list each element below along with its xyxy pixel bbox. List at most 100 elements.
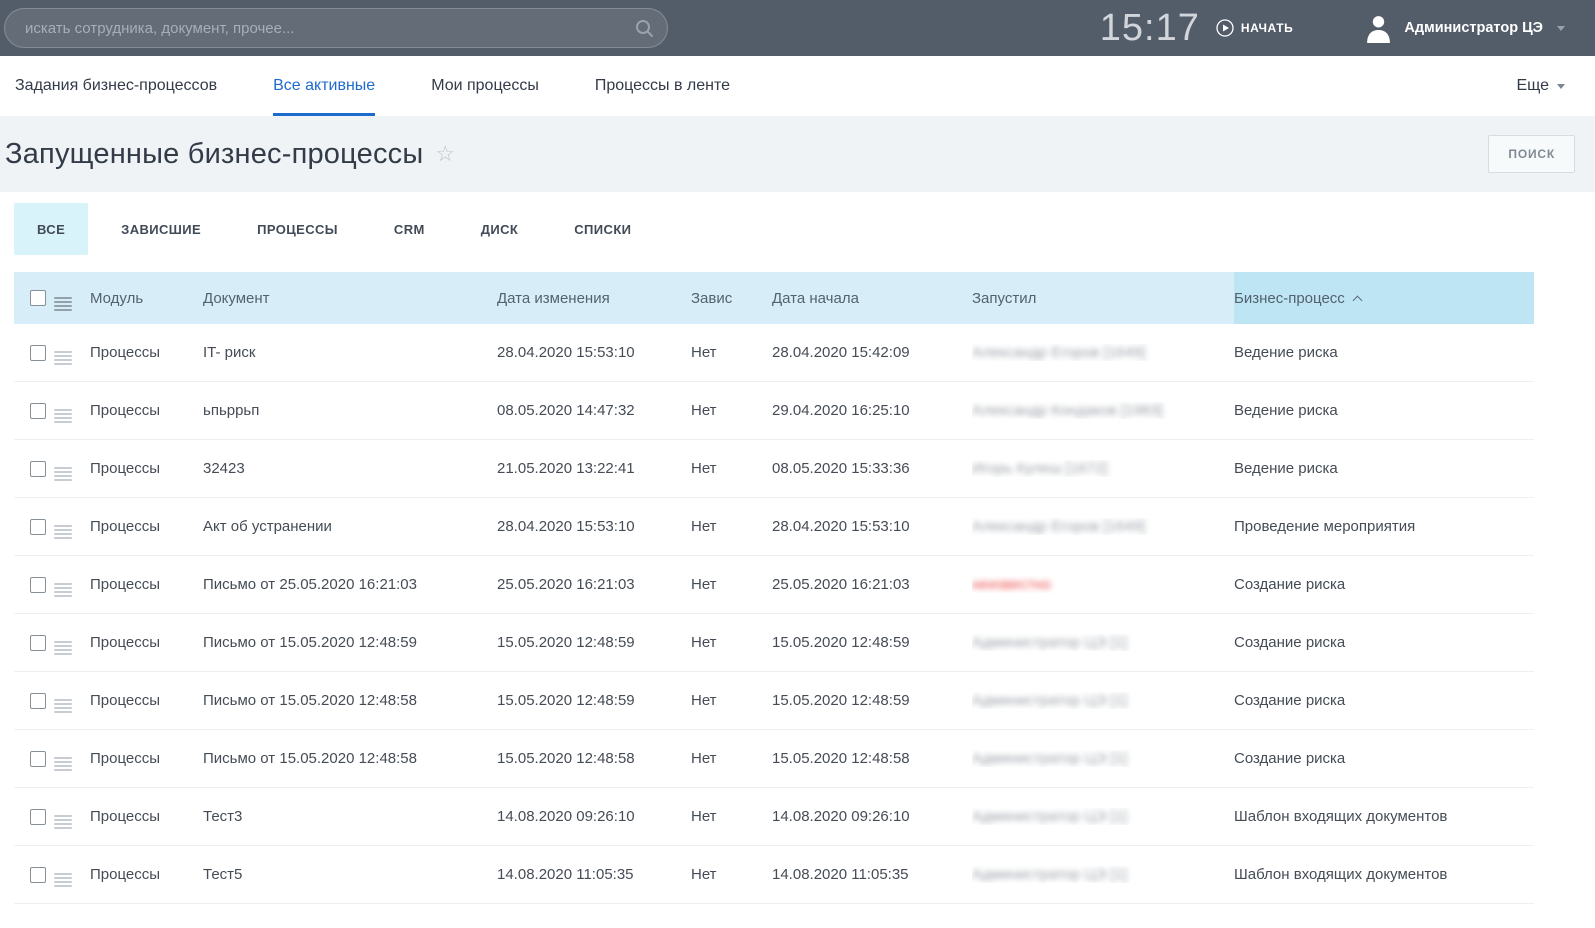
cell-runner[interactable]: Игорь Кулеш [1672] xyxy=(972,460,1234,477)
page-title: Запущенные бизнес-процессы xyxy=(5,138,423,171)
row-actions-icon[interactable] xyxy=(54,525,72,539)
filter-tab-2[interactable]: ПРОЦЕССЫ xyxy=(234,203,361,255)
filter-tab-0[interactable]: ВСЕ xyxy=(14,203,88,255)
cell-runner[interactable]: неизвестно xyxy=(972,576,1234,593)
filter-tab-5[interactable]: СПИСКИ xyxy=(551,203,654,255)
more-menu[interactable]: Еще xyxy=(1516,56,1565,116)
filter-bar: ВСЕЗАВИСШИЕПРОЦЕССЫCRMДИСКСПИСКИ xyxy=(0,192,1595,270)
row-checkbox[interactable] xyxy=(30,635,46,651)
row-actions-icon[interactable] xyxy=(54,873,72,887)
cell-document[interactable]: Тест5 xyxy=(203,866,497,883)
nav-tab-1[interactable]: Все активные xyxy=(273,56,375,116)
row-actions-icon[interactable] xyxy=(54,351,72,365)
select-all-checkbox[interactable] xyxy=(30,290,46,306)
column-header-date-started[interactable]: Дата начала xyxy=(772,290,972,307)
cell-process: Создание риска xyxy=(1234,692,1534,709)
cell-date-started: 29.04.2020 16:25:10 xyxy=(772,402,972,419)
row-menu-cell xyxy=(54,862,90,887)
cell-runner[interactable]: Александр Егоров [1649] xyxy=(972,344,1234,361)
cell-hung: Нет xyxy=(691,518,772,535)
row-menu-cell xyxy=(54,746,90,771)
row-checkbox[interactable] xyxy=(30,809,46,825)
cell-process: Создание риска xyxy=(1234,634,1534,651)
cell-runner[interactable]: Администратор ЦЭ [1] xyxy=(972,634,1234,651)
cell-module: Процессы xyxy=(90,344,203,361)
row-actions-icon[interactable] xyxy=(54,641,72,655)
play-circle-icon xyxy=(1216,19,1234,37)
global-search xyxy=(4,8,668,48)
cell-document[interactable]: Письмо от 15.05.2020 12:48:58 xyxy=(203,692,497,709)
cell-runner[interactable]: Александр Кондаков [1983] xyxy=(972,402,1234,419)
table-body: Процессы IT- риск 28.04.2020 15:53:10 Не… xyxy=(14,324,1534,904)
table-row: Процессы Тест3 14.08.2020 09:26:10 Нет 1… xyxy=(14,788,1534,846)
search-input[interactable] xyxy=(4,8,668,48)
search-icon[interactable] xyxy=(634,18,654,43)
cell-document[interactable]: Акт об устранении xyxy=(203,518,497,535)
cell-date-modified: 14.08.2020 11:05:35 xyxy=(497,866,691,883)
nav-tab-0[interactable]: Задания бизнес-процессов xyxy=(15,56,217,116)
table-row: Процессы Письмо от 15.05.2020 12:48:58 1… xyxy=(14,672,1534,730)
cell-module: Процессы xyxy=(90,866,203,883)
top-bar: 15:17 НАЧАТЬ Администратор ЦЭ xyxy=(0,0,1595,56)
column-header-process-label: Бизнес-процесс xyxy=(1234,290,1345,307)
row-actions-icon[interactable] xyxy=(54,467,72,481)
user-name: Администратор ЦЭ xyxy=(1404,20,1543,36)
runner-name: Администратор ЦЭ [1] xyxy=(972,750,1127,767)
cell-date-modified: 28.04.2020 15:53:10 xyxy=(497,518,691,535)
filter-tab-4[interactable]: ДИСК xyxy=(458,203,542,255)
cell-hung: Нет xyxy=(691,460,772,477)
row-actions-icon[interactable] xyxy=(54,583,72,597)
filter-tab-3[interactable]: CRM xyxy=(371,203,448,255)
row-actions-icon[interactable] xyxy=(54,757,72,771)
cell-runner[interactable]: Александр Егоров [1649] xyxy=(972,518,1234,535)
column-header-module[interactable]: Модуль xyxy=(90,290,203,307)
favorite-star-icon[interactable]: ☆ xyxy=(435,141,455,167)
row-checkbox[interactable] xyxy=(30,577,46,593)
column-header-hung[interactable]: Завис xyxy=(691,290,772,307)
column-header-date-modified[interactable]: Дата изменения xyxy=(497,290,691,307)
user-menu[interactable]: Администратор ЦЭ xyxy=(1365,14,1565,43)
row-checkbox[interactable] xyxy=(30,461,46,477)
work-timer-clock[interactable]: 15:17 xyxy=(1100,7,1200,50)
cell-runner[interactable]: Администратор ЦЭ [1] xyxy=(972,808,1234,825)
filter-tab-1[interactable]: ЗАВИСШИЕ xyxy=(98,203,224,255)
search-filter-button[interactable]: ПОИСК xyxy=(1488,135,1575,173)
table-settings-icon[interactable] xyxy=(54,297,72,311)
row-checkbox[interactable] xyxy=(30,867,46,883)
start-workday-button[interactable]: НАЧАТЬ xyxy=(1216,19,1293,37)
runner-name: Игорь Кулеш [1672] xyxy=(972,460,1108,477)
cell-module: Процессы xyxy=(90,634,203,651)
cell-document[interactable]: Письмо от 15.05.2020 12:48:59 xyxy=(203,634,497,651)
cell-document[interactable]: Тест3 xyxy=(203,808,497,825)
cell-hung: Нет xyxy=(691,750,772,767)
cell-runner[interactable]: Администратор ЦЭ [1] xyxy=(972,750,1234,767)
row-menu-cell xyxy=(54,514,90,539)
row-checkbox[interactable] xyxy=(30,751,46,767)
cell-document[interactable]: Письмо от 15.05.2020 12:48:58 xyxy=(203,750,497,767)
column-header-process[interactable]: Бизнес-процесс xyxy=(1234,272,1534,324)
row-checkbox-cell xyxy=(14,635,54,651)
cell-runner[interactable]: Администратор ЦЭ [1] xyxy=(972,692,1234,709)
row-checkbox[interactable] xyxy=(30,403,46,419)
column-header-document[interactable]: Документ xyxy=(203,290,497,307)
row-checkbox[interactable] xyxy=(30,519,46,535)
row-actions-icon[interactable] xyxy=(54,409,72,423)
title-bar: Запущенные бизнес-процессы ☆ ПОИСК xyxy=(0,116,1595,192)
nav-tab-2[interactable]: Мои процессы xyxy=(431,56,539,116)
column-header-runner[interactable]: Запустил xyxy=(972,290,1234,307)
row-menu-cell xyxy=(54,688,90,713)
row-actions-icon[interactable] xyxy=(54,815,72,829)
cell-runner[interactable]: Администратор ЦЭ [1] xyxy=(972,866,1234,883)
nav-tab-3[interactable]: Процессы в ленте xyxy=(595,56,730,116)
cell-module: Процессы xyxy=(90,518,203,535)
table-row: Процессы Акт об устранении 28.04.2020 15… xyxy=(14,498,1534,556)
cell-document[interactable]: ьпьррьп xyxy=(203,402,497,419)
row-actions-icon[interactable] xyxy=(54,699,72,713)
cell-document[interactable]: 32423 xyxy=(203,460,497,477)
header-menu-cell xyxy=(54,286,90,311)
row-checkbox[interactable] xyxy=(30,693,46,709)
row-checkbox[interactable] xyxy=(30,345,46,361)
cell-document[interactable]: Письмо от 25.05.2020 16:21:03 xyxy=(203,576,497,593)
cell-document[interactable]: IT- риск xyxy=(203,344,497,361)
table-row: Процессы ьпьррьп 08.05.2020 14:47:32 Нет… xyxy=(14,382,1534,440)
